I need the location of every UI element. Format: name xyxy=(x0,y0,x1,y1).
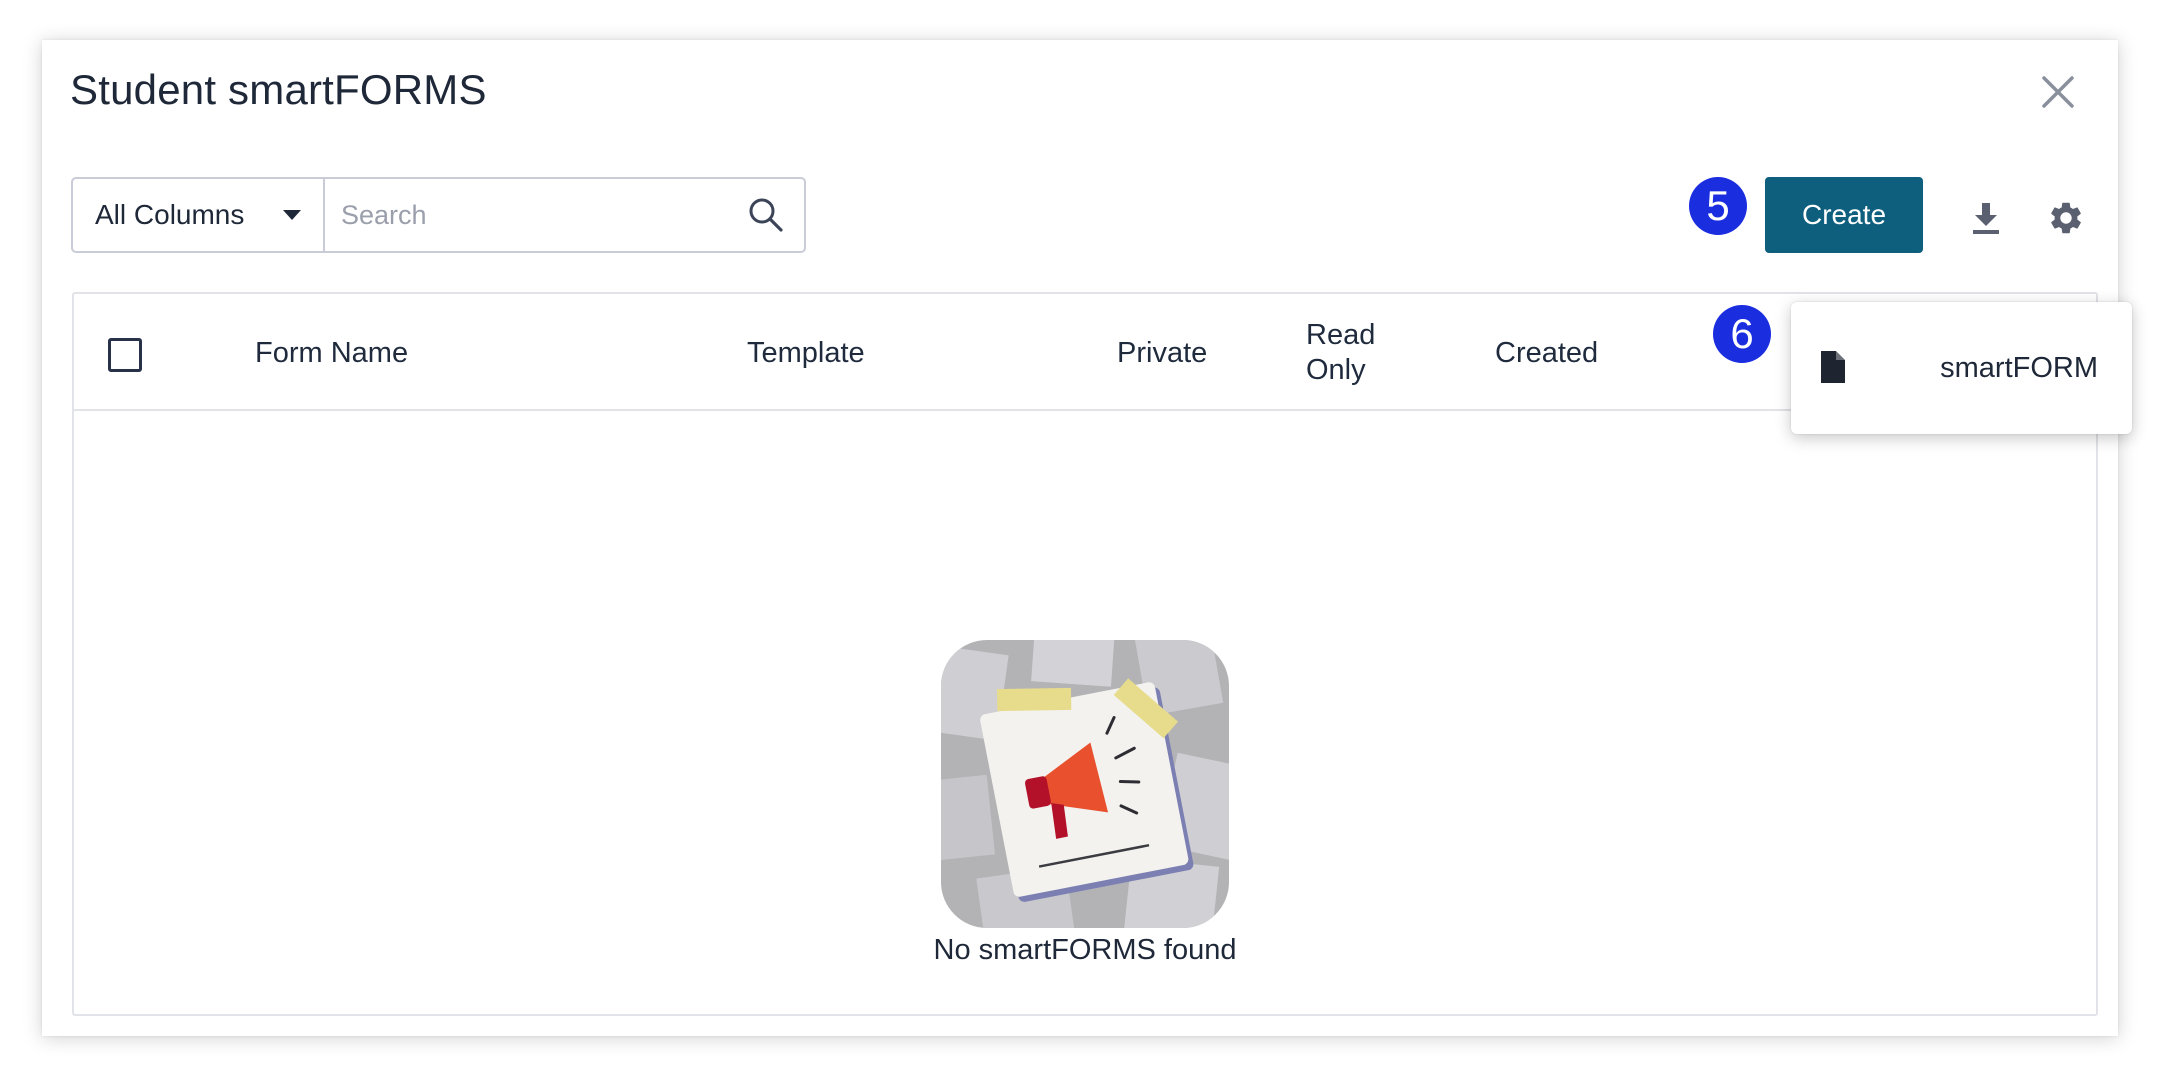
empty-state-message: No smartFORMS found xyxy=(933,934,1237,966)
column-filter-select[interactable]: All Columns xyxy=(73,179,325,251)
column-header-created[interactable]: Created xyxy=(1495,336,1598,371)
step-badge-menu: 6 xyxy=(1713,305,1771,363)
column-header-read-only-line2: Only xyxy=(1306,354,1366,386)
empty-state: No smartFORMS found xyxy=(74,640,2096,967)
search-icon[interactable] xyxy=(728,179,804,251)
megaphone-illustration xyxy=(941,640,1229,928)
column-header-read-only-line1: Read xyxy=(1306,319,1376,351)
gear-icon[interactable] xyxy=(2044,196,2088,240)
close-icon[interactable] xyxy=(2036,70,2080,114)
modal-title: Student smartFORMS xyxy=(70,66,487,113)
column-header-form-name[interactable]: Form Name xyxy=(255,336,408,371)
search-bar: All Columns xyxy=(71,177,806,253)
search-input[interactable] xyxy=(325,179,728,251)
step-badge-create: 5 xyxy=(1689,177,1747,235)
menu-item-label: smartFORM xyxy=(1940,352,2098,384)
create-button[interactable]: Create xyxy=(1765,177,1923,253)
column-header-template[interactable]: Template xyxy=(747,336,865,371)
column-filter-label: All Columns xyxy=(95,199,245,230)
smartforms-modal: Student smartFORMS All Columns 5 Create xyxy=(42,40,2132,1036)
create-dropdown-menu: smartFORM xyxy=(1791,302,2132,434)
column-header-read-only[interactable]: Read Only xyxy=(1306,318,1375,388)
caret-down-icon xyxy=(283,210,301,220)
select-all-checkbox[interactable] xyxy=(108,338,142,372)
document-icon xyxy=(1821,351,1845,388)
column-header-private[interactable]: Private xyxy=(1117,336,1207,371)
menu-item-smartform[interactable]: smartFORM xyxy=(1791,302,2132,434)
download-icon[interactable] xyxy=(1964,196,2008,240)
